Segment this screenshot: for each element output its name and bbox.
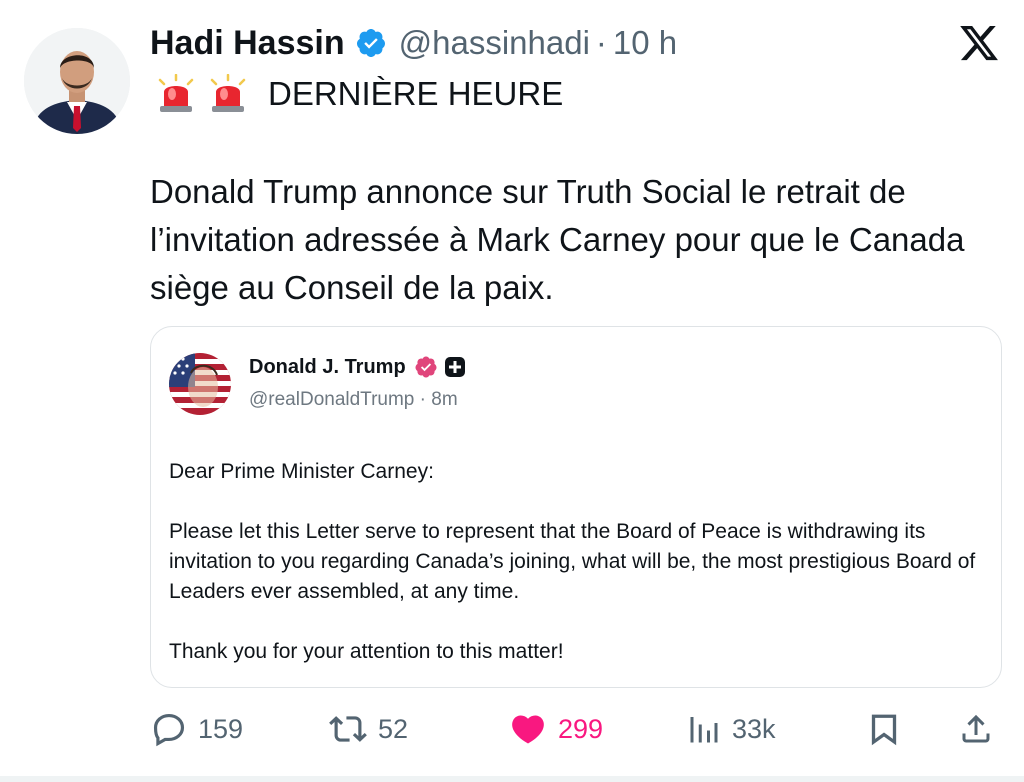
- x-logo-icon: [960, 25, 998, 61]
- quoted-post-body: Dear Prime Minister Carney: Please let t…: [169, 457, 989, 697]
- reply-count: 159: [198, 713, 244, 744]
- like-button[interactable]: 299: [508, 706, 603, 752]
- views-button[interactable]: 33k: [686, 706, 776, 752]
- action-bar: 159 52 299 33k: [150, 706, 1000, 752]
- share-icon: [962, 714, 990, 743]
- views-count: 33k: [732, 713, 776, 744]
- repost-button[interactable]: 52: [328, 706, 408, 752]
- headline-text: DERNIÈRE HEURE: [268, 75, 564, 112]
- bottom-divider: [0, 776, 1024, 782]
- headline: DERNIÈRE HEURE: [156, 72, 563, 116]
- repost-icon: [329, 716, 367, 742]
- quoted-author-row: Donald J. Trump: [249, 353, 466, 381]
- repost-count: 52: [378, 713, 409, 744]
- reply-icon: [153, 713, 185, 747]
- letter-closing: Thank you for your attention to this mat…: [169, 640, 564, 663]
- police-siren-icon: [158, 74, 194, 112]
- share-button[interactable]: [958, 706, 1004, 752]
- post-time[interactable]: 10 h: [613, 24, 677, 62]
- like-count: 299: [558, 713, 604, 744]
- bookmark-button[interactable]: [866, 706, 912, 752]
- tweet-text: Donald Trump annonce sur Truth Social le…: [150, 173, 965, 306]
- letter-paragraph: Please let this Letter serve to represen…: [169, 520, 976, 603]
- bookmark-icon: [871, 714, 897, 746]
- quoted-author-avatar[interactable]: [169, 353, 231, 415]
- police-siren-icon: [210, 74, 246, 112]
- letter-salutation: Dear Prime Minister Carney:: [169, 460, 434, 483]
- reply-button[interactable]: 159: [150, 706, 243, 752]
- truth-verified-badge-icon: [415, 356, 437, 378]
- plus-badge-icon: [444, 357, 465, 377]
- tweet-header: Hadi Hassin @hassinhadi · 10 h: [150, 20, 677, 66]
- quoted-post-card[interactable]: Donald J. Trump @realDonaldTrump · 8m De…: [150, 326, 1002, 688]
- views-chart-icon: [690, 717, 718, 743]
- author-name[interactable]: Hadi Hassin: [150, 24, 345, 63]
- heart-icon: [512, 715, 544, 744]
- verified-badge-icon: [356, 29, 385, 57]
- quoted-author-name[interactable]: Donald J. Trump: [249, 356, 406, 379]
- separator-dot: ·: [595, 24, 607, 61]
- quoted-handle-time: @realDonaldTrump · 8m: [249, 389, 458, 410]
- author-handle[interactable]: @hassinhadi: [399, 24, 590, 62]
- author-avatar[interactable]: [24, 28, 130, 134]
